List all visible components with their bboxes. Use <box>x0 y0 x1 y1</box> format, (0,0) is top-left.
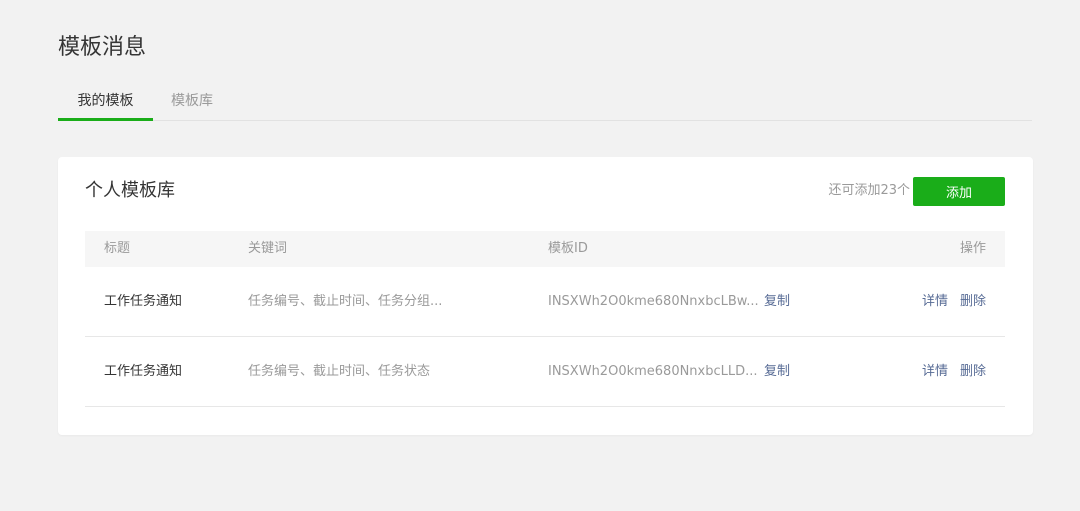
table-row: 工作任务通知 任务编号、截止时间、任务分组... INSXWh2O0kme680… <box>85 267 1005 337</box>
delete-link[interactable]: 删除 <box>960 364 986 379</box>
detail-link[interactable]: 详情 <box>922 294 948 309</box>
row-keywords: 任务编号、截止时间、任务分组... <box>248 294 443 309</box>
add-template-button[interactable]: 添加 <box>913 177 1005 206</box>
tab-bar: 我的模板 模板库 <box>58 86 1032 121</box>
copy-link[interactable]: 复制 <box>764 267 790 337</box>
personal-template-card: 个人模板库 还可添加23个 添加 标题 关键词 模板ID 操作 工作任务通知 任… <box>58 157 1033 435</box>
tab-my-templates[interactable]: 我的模板 <box>58 86 153 121</box>
header-keywords: 关键词 <box>248 241 288 256</box>
header-actions: 操作 <box>959 241 986 256</box>
card-title: 个人模板库 <box>85 180 175 201</box>
remaining-count-text: 还可添加23个 <box>828 183 910 198</box>
row-template-id: INSXWh2O0kme680NnxbcLBw... <box>548 294 759 309</box>
row-title: 工作任务通知 <box>104 364 183 379</box>
header-template-id: 模板ID <box>548 241 588 256</box>
detail-link[interactable]: 详情 <box>922 364 948 379</box>
row-actions: 详情 删除 <box>922 267 986 337</box>
row-actions: 详情 删除 <box>922 337 986 407</box>
table-header: 标题 关键词 模板ID 操作 <box>85 231 1005 267</box>
header-title: 标题 <box>104 241 131 256</box>
copy-link[interactable]: 复制 <box>764 337 790 407</box>
row-template-id: INSXWh2O0kme680NnxbcLLD... <box>548 364 758 379</box>
page-title: 模板消息 <box>58 35 147 60</box>
row-keywords: 任务编号、截止时间、任务状态 <box>248 364 431 379</box>
tab-template-library[interactable]: 模板库 <box>153 86 231 120</box>
row-title: 工作任务通知 <box>104 294 183 309</box>
template-table: 标题 关键词 模板ID 操作 工作任务通知 任务编号、截止时间、任务分组... … <box>85 231 1005 407</box>
table-row: 工作任务通知 任务编号、截止时间、任务状态 INSXWh2O0kme680Nnx… <box>85 337 1005 407</box>
delete-link[interactable]: 删除 <box>960 294 986 309</box>
